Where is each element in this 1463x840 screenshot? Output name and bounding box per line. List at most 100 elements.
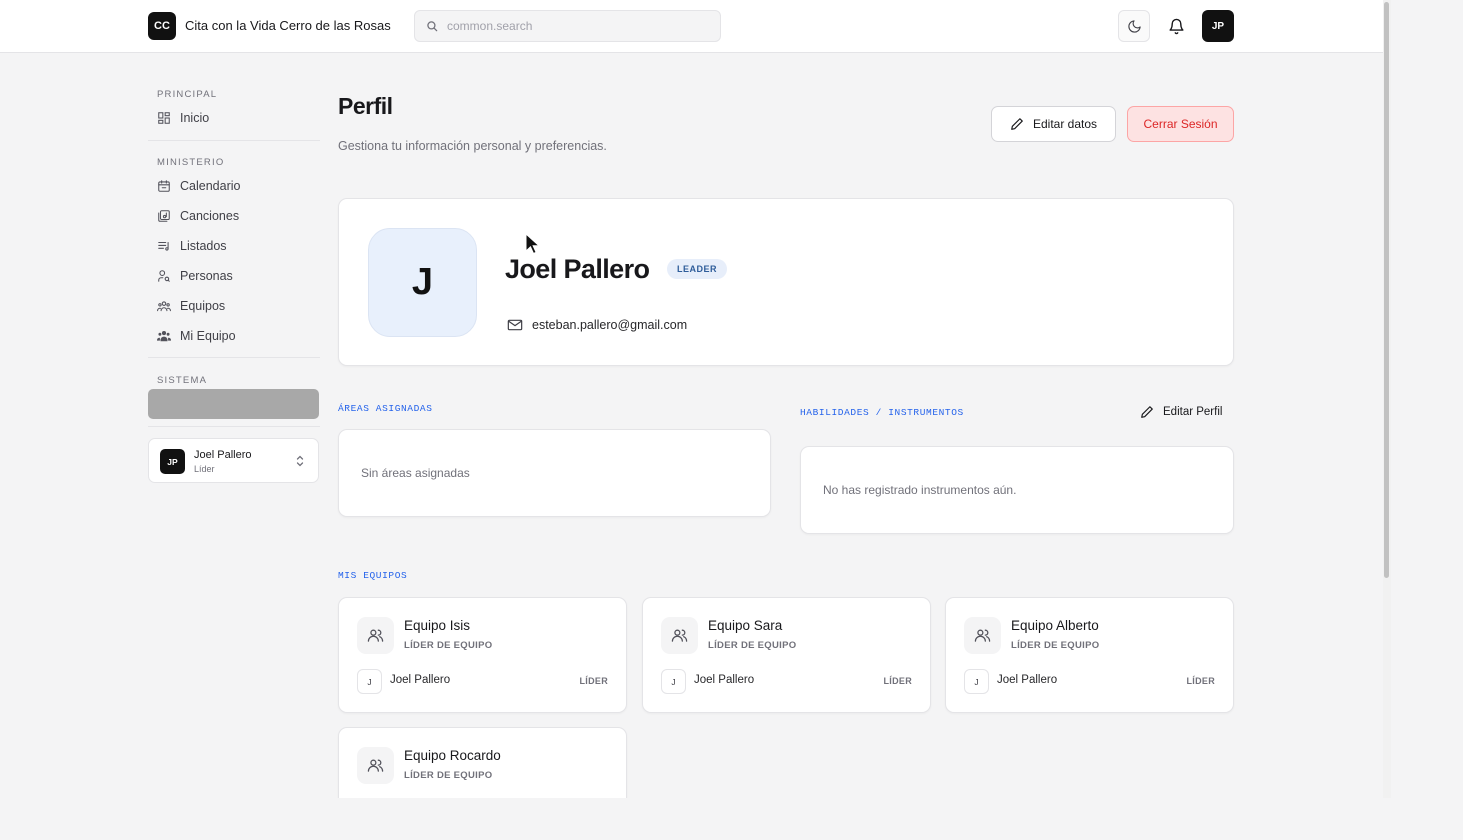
- team-name: Equipo Isis: [404, 618, 471, 633]
- page-scrollbar[interactable]: [1383, 0, 1391, 798]
- team-icon-wrap: [357, 617, 394, 654]
- logout-button[interactable]: Cerrar Sesión: [1127, 106, 1234, 142]
- sidebar-item-label: Listados: [180, 239, 227, 253]
- sidebar-item-label: Inicio: [180, 111, 210, 125]
- sidebar-item-personas[interactable]: Personas: [157, 265, 317, 287]
- sidebar-item-calendario[interactable]: Calendario: [157, 175, 317, 197]
- scrollbar-thumb[interactable]: [1384, 2, 1389, 578]
- member-avatar: J: [357, 669, 382, 694]
- users-icon: [367, 759, 384, 772]
- teams-icon: [157, 301, 171, 312]
- skills-empty-text: No has registrado instrumentos aún.: [823, 483, 1017, 497]
- team-icon-wrap: [661, 617, 698, 654]
- app-viewport: CC Cita con la Vida Cerro de las Rosas J…: [0, 0, 1383, 798]
- team-role: LÍDER DE EQUIPO: [404, 770, 493, 781]
- calendar-icon: [158, 180, 170, 192]
- team-name: Equipo Alberto: [1011, 618, 1099, 633]
- sidebar-item-label: Personas: [180, 269, 233, 283]
- team-card[interactable]: Equipo Rocardo LÍDER DE EQUIPO: [338, 727, 627, 798]
- sidebar-item-listados[interactable]: Listados: [157, 235, 317, 257]
- member-name: Joel Pallero: [390, 674, 451, 686]
- member-avatar: J: [661, 669, 686, 694]
- pencil-icon: [1011, 118, 1023, 130]
- brand-logo[interactable]: CC: [148, 12, 176, 40]
- team-card[interactable]: Equipo Isis LÍDER DE EQUIPO J Joel Palle…: [338, 597, 627, 713]
- sidebar-system-placeholder[interactable]: [148, 389, 319, 419]
- sidebar-section-title: MINISTERIO: [157, 157, 225, 168]
- edit-data-button[interactable]: Editar datos: [991, 106, 1116, 142]
- sidebar-divider: [148, 140, 320, 141]
- skills-heading: HABILIDADES / INSTRUMENTOS: [800, 407, 964, 418]
- profile-avatar: J: [368, 228, 477, 337]
- skills-card: No has registrado instrumentos aún.: [800, 446, 1234, 534]
- sidebar-item-label: Canciones: [180, 209, 240, 223]
- areas-heading: ÁREAS ASIGNADAS: [338, 403, 433, 414]
- user-avatar-button[interactable]: JP: [1202, 10, 1234, 42]
- sidebar-item-canciones[interactable]: Canciones: [157, 205, 317, 227]
- team-icon-wrap: [964, 617, 1001, 654]
- team-role: LÍDER DE EQUIPO: [404, 640, 493, 651]
- sidebar-user-name: Joel Pallero: [194, 449, 252, 461]
- profile-card: J Joel Pallero LEADER esteban.pallero@gm…: [338, 198, 1234, 366]
- sidebar-item-label: Calendario: [180, 179, 241, 193]
- search-box[interactable]: [414, 10, 721, 42]
- mail-icon: [507, 319, 523, 331]
- member-role: LÍDER: [579, 676, 608, 686]
- email-text: esteban.pallero@gmail.com: [532, 318, 688, 332]
- avatar: JP: [160, 449, 185, 474]
- moon-icon: [1127, 19, 1141, 33]
- people-search-icon: [158, 270, 170, 282]
- role-badge: LEADER: [667, 259, 728, 279]
- search-icon: [427, 21, 438, 32]
- profile-email: esteban.pallero@gmail.com: [507, 318, 687, 332]
- mouse-cursor-icon: [525, 233, 539, 255]
- users-icon: [671, 629, 688, 642]
- edit-profile-button[interactable]: Editar Perfil: [1140, 405, 1222, 419]
- my-team-icon: [157, 331, 171, 342]
- team-role: LÍDER DE EQUIPO: [1011, 640, 1100, 651]
- member-name: Joel Pallero: [997, 674, 1058, 686]
- theme-toggle-button[interactable]: [1118, 10, 1150, 42]
- profile-name: Joel Pallero: [505, 254, 650, 284]
- sidebar-item-label: Equipos: [180, 299, 226, 313]
- sidebar-item-inicio[interactable]: Inicio: [157, 107, 317, 129]
- playlist-icon: [158, 241, 169, 251]
- chevron-up-down-icon: [296, 455, 304, 467]
- sidebar-user-switcher[interactable]: JP Joel Pallero Líder: [148, 438, 319, 483]
- sidebar-user-role: Líder: [194, 464, 215, 474]
- team-icon-wrap: [357, 747, 394, 784]
- team-card[interactable]: Equipo Alberto LÍDER DE EQUIPO J Joel Pa…: [945, 597, 1234, 713]
- notifications-button[interactable]: [1160, 10, 1192, 42]
- sidebar-item-label: Mi Equipo: [180, 329, 236, 343]
- member-avatar: J: [964, 669, 989, 694]
- sidebar-section-title: SISTEMA: [157, 375, 208, 386]
- users-icon: [367, 629, 384, 642]
- team-name: Equipo Sara: [708, 618, 783, 633]
- member-name: Joel Pallero: [694, 674, 755, 686]
- edit-data-label: Editar datos: [1032, 117, 1098, 131]
- bell-icon: [1168, 18, 1184, 34]
- sidebar-section-title: PRINCIPAL: [157, 89, 218, 100]
- areas-empty-text: Sin áreas asignadas: [361, 466, 470, 480]
- member-role: LÍDER: [883, 676, 912, 686]
- teams-heading: MIS EQUIPOS: [338, 570, 408, 581]
- team-name: Equipo Rocardo: [404, 748, 501, 763]
- brand-name[interactable]: Cita con la Vida Cerro de las Rosas: [185, 18, 391, 33]
- team-role: LÍDER DE EQUIPO: [708, 640, 797, 651]
- page-title: Perfil: [338, 93, 393, 119]
- areas-card: Sin áreas asignadas: [338, 429, 771, 517]
- sidebar-item-mi-equipo[interactable]: Mi Equipo: [157, 325, 317, 347]
- top-bar: CC Cita con la Vida Cerro de las Rosas J…: [0, 0, 1383, 53]
- sidebar-divider: [148, 426, 320, 427]
- page-subtitle: Gestiona tu información personal y prefe…: [338, 139, 607, 153]
- users-icon: [974, 629, 991, 642]
- member-role: LÍDER: [1186, 676, 1215, 686]
- songs-icon: [158, 210, 170, 222]
- sidebar-divider: [148, 357, 320, 358]
- search-input[interactable]: [447, 11, 707, 41]
- pencil-icon: [1141, 406, 1153, 418]
- sidebar-item-equipos[interactable]: Equipos: [157, 295, 317, 317]
- dashboard-icon: [158, 112, 170, 124]
- team-card[interactable]: Equipo Sara LÍDER DE EQUIPO J Joel Palle…: [642, 597, 931, 713]
- edit-profile-label: Editar Perfil: [1163, 406, 1223, 418]
